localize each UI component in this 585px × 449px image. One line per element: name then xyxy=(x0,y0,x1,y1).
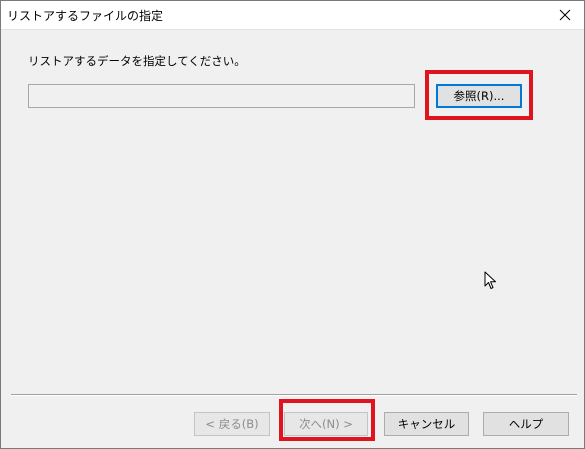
window-title: リストアするファイルの指定 xyxy=(7,9,164,23)
restore-file-dialog: リストアするファイルの指定 リストアするデータを指定してください。 参照(R).… xyxy=(0,0,585,449)
title-bar[interactable]: リストアするファイルの指定 xyxy=(1,1,584,30)
close-button[interactable] xyxy=(552,3,578,27)
next-button[interactable]: 次へ(N) > xyxy=(284,412,368,436)
cancel-button[interactable]: キャンセル xyxy=(384,412,469,436)
back-button[interactable]: < 戻る(B) xyxy=(194,412,270,436)
help-button[interactable]: ヘルプ xyxy=(483,412,569,436)
instruction-text: リストアするデータを指定してください。 xyxy=(28,54,246,68)
close-icon xyxy=(559,9,571,21)
footer-separator xyxy=(11,394,577,396)
restore-path-input[interactable] xyxy=(28,84,415,108)
mouse-pointer-icon xyxy=(484,271,496,289)
browse-button[interactable]: 参照(R)... xyxy=(436,84,522,108)
